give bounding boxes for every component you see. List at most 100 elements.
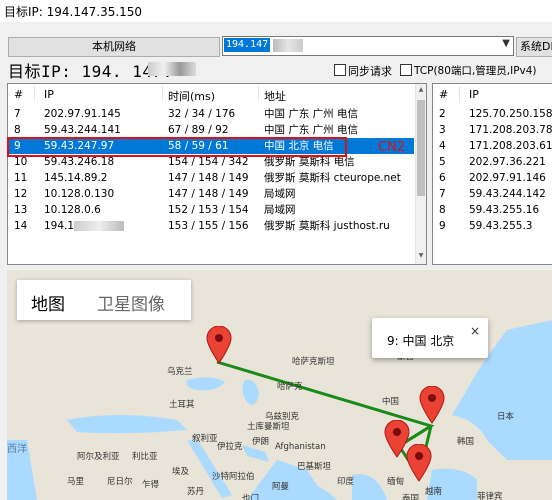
cell-time: 152 / 153 / 154 bbox=[168, 204, 249, 216]
cell-ip: 171.208.203.61 bbox=[469, 140, 552, 152]
cell-num: 6 bbox=[439, 172, 446, 184]
tab-map[interactable]: 地图 bbox=[31, 290, 65, 315]
map-label-saudi: 沙特阿拉伯 bbox=[212, 472, 255, 482]
map-marker-icon[interactable] bbox=[206, 326, 232, 364]
cell-addr: 中国 广东 广州 电信 bbox=[264, 108, 359, 120]
cell-ip: 10.128.0.6 bbox=[44, 204, 101, 216]
scroll-up-icon[interactable]: ▲ bbox=[416, 86, 426, 96]
map-label-kazakh: 哈萨克斯坦 bbox=[292, 357, 335, 367]
table-row[interactable]: 2 125.70.250.158 bbox=[433, 106, 552, 122]
map-label-iraq: 伊拉克 bbox=[217, 442, 243, 452]
table-row[interactable]: 13 10.128.0.6 152 / 153 / 154 局域网 bbox=[8, 202, 414, 218]
table-row[interactable]: 9 59.43.255.3 bbox=[433, 218, 552, 234]
column-header-time[interactable]: 时间(ms) bbox=[168, 88, 215, 104]
map-label-kz2: 哈萨克 bbox=[277, 382, 303, 392]
map-marker-icon[interactable] bbox=[419, 386, 445, 424]
sync-request-label: 同步请求 bbox=[348, 65, 392, 78]
table-row[interactable]: 8 59.43.244.141 67 / 89 / 92 中国 广东 广州 电信 bbox=[8, 122, 414, 138]
table-row[interactable]: 11 145.14.89.2 147 / 148 / 149 俄罗斯 莫斯科 cteu… bbox=[8, 170, 414, 186]
tcp-label: TCP(80端口,管理员,IPv4) bbox=[414, 65, 537, 77]
map-label-niger: 尼日尔 bbox=[107, 477, 133, 487]
cell-num: 14 bbox=[14, 220, 28, 232]
cell-num: 11 bbox=[14, 172, 28, 184]
cell-time: 32 / 34 / 176 bbox=[168, 108, 236, 120]
column-header-num[interactable]: # bbox=[14, 88, 23, 101]
window-title: 目标IP: 194.147.35.150 bbox=[4, 5, 143, 19]
cell-num: 5 bbox=[439, 156, 446, 168]
cell-addr: 俄罗斯 莫斯科 justhost.ru bbox=[264, 220, 390, 232]
route-map[interactable]: 西洋 Afghanistan 土耳其 中国 韩国 叙利亚 伊拉克 伊朗 巴基斯坦 埃及 沙特阿拉伯印… bbox=[7, 270, 552, 500]
hop-list[interactable]: # IP 时间(ms) 地址 7 202.97.91.145 32 / 34 / 1… bbox=[7, 83, 427, 265]
cell-num: 3 bbox=[439, 124, 446, 136]
system-dns-button[interactable]: 系统DN bbox=[516, 37, 552, 57]
map-label-china: 中国 bbox=[382, 397, 400, 407]
cell-num: 2 bbox=[439, 108, 446, 120]
scroll-down-icon[interactable]: ▼ bbox=[416, 252, 426, 262]
map-label-india: 印度 bbox=[337, 477, 355, 487]
map-label-iran: 伊朗 bbox=[252, 437, 270, 447]
map-label-ocean_left: 西洋 bbox=[7, 444, 27, 455]
local-network-button[interactable]: 本机网络 bbox=[8, 37, 220, 57]
cn2-annotation: CN2 bbox=[378, 140, 406, 155]
map-label-tm: 土库曼斯坦 bbox=[247, 422, 290, 432]
table-row[interactable]: 4 171.208.203.61 bbox=[433, 138, 552, 154]
cell-ip: 125.70.250.158 bbox=[469, 108, 552, 120]
cell-ip: 145.14.89.2 bbox=[44, 172, 108, 184]
map-type-tabs: 地图 卫星图像 bbox=[17, 280, 191, 320]
redacted-region bbox=[148, 62, 196, 76]
chevron-down-icon[interactable]: ▼ bbox=[502, 38, 510, 49]
map-label-korea: 韩国 bbox=[457, 437, 475, 447]
column-header-ip[interactable]: IP bbox=[469, 88, 479, 101]
map-label-japan: 日本 bbox=[497, 412, 515, 422]
table-row[interactable]: 6 202.97.91.146 bbox=[433, 170, 552, 186]
column-divider bbox=[258, 86, 259, 102]
sync-request-checkbox[interactable] bbox=[334, 64, 346, 76]
cell-time: 67 / 89 / 92 bbox=[168, 124, 229, 136]
table-row[interactable]: 8 59.43.255.16 bbox=[433, 202, 552, 218]
table-row[interactable]: 7 59.43.244.142 bbox=[433, 186, 552, 202]
cell-time: 147 / 148 / 149 bbox=[168, 188, 249, 200]
cell-ip: 10.128.0.130 bbox=[44, 188, 115, 200]
cell-ip: 171.208.203.78 bbox=[469, 124, 552, 136]
column-header-num[interactable]: # bbox=[439, 88, 448, 101]
cell-ip: 202.97.36.221 bbox=[469, 156, 546, 168]
info-window: 9: 中国 北京 × bbox=[372, 318, 488, 358]
map-label-sudan: 苏丹 bbox=[187, 487, 205, 497]
map-label-thailand: 泰国 bbox=[402, 494, 420, 500]
cell-num: 8 bbox=[14, 124, 21, 136]
secondary-hop-list[interactable]: # IP 2 125.70.250.158 3 171.208.203.78 4 171.… bbox=[432, 83, 552, 265]
table-row[interactable]: 14 194.1 153 / 155 / 156 俄罗斯 莫斯科 justhost.r… bbox=[8, 218, 414, 234]
cell-ip: 202.97.91.145 bbox=[44, 108, 121, 120]
cell-ip: 59.43.244.141 bbox=[44, 124, 121, 136]
column-divider bbox=[459, 86, 460, 102]
destination-value: 194.147 bbox=[224, 38, 271, 52]
cell-num: 8 bbox=[439, 204, 446, 216]
table-row[interactable]: 12 10.128.0.130 147 / 148 / 149 局域网 bbox=[8, 186, 414, 202]
cell-time: 147 / 148 / 149 bbox=[168, 172, 249, 184]
table-row[interactable]: 5 202.97.36.221 bbox=[433, 154, 552, 170]
tab-satellite[interactable]: 卫星图像 bbox=[97, 290, 165, 315]
table-row[interactable]: 3 171.208.203.78 bbox=[433, 122, 552, 138]
column-header-address[interactable]: 地址 bbox=[264, 88, 286, 104]
redacted-region bbox=[273, 39, 303, 52]
map-label-egypt: 埃及 bbox=[172, 467, 190, 477]
tcp-checkbox[interactable] bbox=[400, 64, 412, 76]
column-header-ip[interactable]: IP bbox=[44, 88, 54, 101]
cell-ip: 59.43.244.142 bbox=[469, 188, 546, 200]
scrollbar-thumb[interactable] bbox=[417, 100, 425, 196]
map-label-chad: 乍得 bbox=[142, 480, 160, 490]
cell-ip: 59.43.255.3 bbox=[469, 220, 533, 232]
destination-combobox[interactable]: 194.147 ▼ bbox=[222, 36, 514, 56]
map-label-ph: 菲律宾 bbox=[477, 492, 503, 500]
cell-addr: 局域网 bbox=[264, 204, 296, 216]
map-label-tarim: 土耳其 bbox=[169, 400, 195, 410]
table-row[interactable]: 7 202.97.91.145 32 / 34 / 176 中国 广东 广州 电信 bbox=[8, 106, 414, 122]
map-label-yemen: 也门 bbox=[242, 494, 260, 500]
vertical-scrollbar[interactable]: ▲ ▼ bbox=[415, 84, 426, 264]
cn2-highlight-box bbox=[7, 137, 347, 157]
map-marker-icon[interactable] bbox=[406, 444, 432, 482]
map-label-mali: 马里 bbox=[67, 477, 85, 487]
column-divider bbox=[162, 86, 163, 102]
close-icon[interactable]: × bbox=[470, 324, 480, 338]
column-divider bbox=[34, 86, 35, 102]
